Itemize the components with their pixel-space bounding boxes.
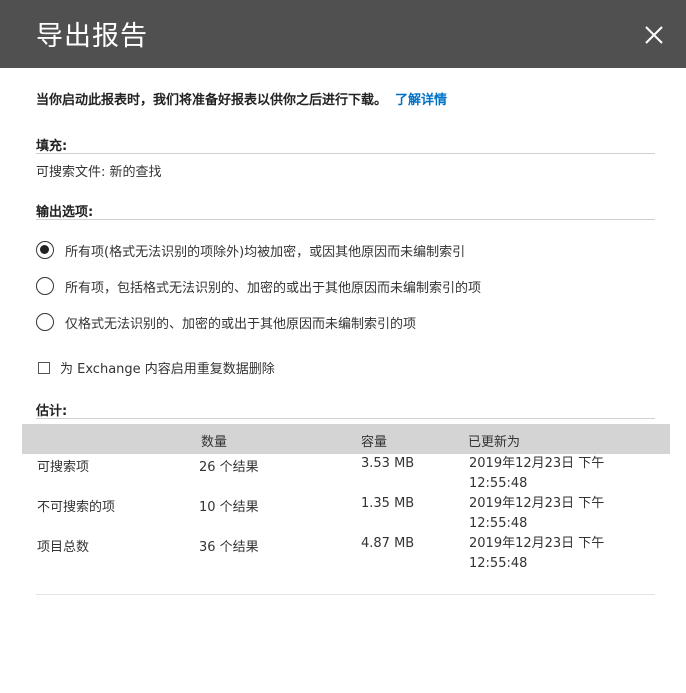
column-header-size: 容量 bbox=[361, 435, 388, 450]
fill-divider bbox=[36, 153, 655, 154]
output-options-heading: 输出选项: bbox=[36, 205, 94, 220]
dedupe-checkbox[interactable] bbox=[38, 361, 50, 374]
row-updated-time: 12:55:48 bbox=[469, 476, 528, 491]
radio-option-2[interactable]: 所有项，包括格式无法识别的、加密的或出于其他原因而未编制索引的项 bbox=[36, 275, 481, 297]
column-header-count: 数量 bbox=[201, 435, 228, 450]
radio-option-2-label: 所有项，包括格式无法识别的、加密的或出于其他原因而未编制索引的项 bbox=[65, 280, 482, 296]
row-size: 1.35 MB bbox=[361, 496, 415, 511]
radio-button[interactable] bbox=[36, 313, 54, 331]
row-name: 不可搜索的项 bbox=[37, 500, 116, 515]
row-updated: 2019年12月23日 下午 12:55:48 bbox=[469, 454, 619, 494]
radio-option-1[interactable]: 所有项(格式无法识别的项除外)均被加密，或因其他原因而未编制索引 bbox=[36, 239, 465, 261]
row-size: 3.53 MB bbox=[361, 456, 415, 471]
fill-heading: 填充: bbox=[36, 139, 68, 154]
row-count: 36 个结果 bbox=[199, 540, 259, 555]
row-updated-time: 12:55:48 bbox=[469, 516, 528, 531]
row-count: 26 个结果 bbox=[199, 460, 259, 475]
output-options-divider bbox=[36, 219, 655, 220]
radio-option-3-label: 仅格式无法识别的、加密的或出于其他原因而未编制索引的项 bbox=[65, 316, 417, 332]
dedupe-label: 为 Exchange 内容启用重复数据删除 bbox=[60, 362, 275, 377]
radio-option-1-label: 所有项(格式无法识别的项除外)均被加密，或因其他原因而未编制索引 bbox=[65, 244, 466, 260]
row-updated: 2019年12月23日 下午 12:55:48 bbox=[469, 494, 619, 534]
estimate-heading: 估计: bbox=[36, 404, 68, 419]
radio-button-checked[interactable] bbox=[36, 241, 54, 259]
row-size: 4.87 MB bbox=[361, 536, 415, 551]
intro-message: 当你启动此报表时，我们将准备好报表以供你之后进行下载。 bbox=[36, 93, 388, 108]
intro-text: 当你启动此报表时，我们将准备好报表以供你之后进行下载。 了解详情 bbox=[36, 89, 447, 108]
dedupe-option[interactable]: 为 Exchange 内容启用重复数据删除 bbox=[38, 358, 275, 377]
column-header-updated: 已更新为 bbox=[468, 435, 521, 450]
fill-value: 可搜索文件: 新的查找 bbox=[36, 165, 162, 180]
row-updated-date: 2019年12月23日 下午 bbox=[469, 536, 605, 551]
row-updated-time: 12:55:48 bbox=[469, 556, 528, 571]
estimate-divider bbox=[36, 418, 655, 419]
row-updated: 2019年12月23日 下午 12:55:48 bbox=[469, 534, 619, 574]
estimate-table-header: 数量 容量 已更新为 bbox=[22, 424, 670, 454]
learn-more-link[interactable]: 了解详情 bbox=[395, 93, 447, 108]
row-updated-date: 2019年12月23日 下午 bbox=[469, 496, 605, 511]
row-name: 可搜索项 bbox=[37, 460, 90, 475]
close-icon[interactable] bbox=[643, 24, 665, 46]
table-bottom-divider bbox=[36, 594, 655, 595]
row-count: 10 个结果 bbox=[199, 500, 259, 515]
row-updated-date: 2019年12月23日 下午 bbox=[469, 456, 605, 471]
radio-option-3[interactable]: 仅格式无法识别的、加密的或出于其他原因而未编制索引的项 bbox=[36, 311, 416, 333]
row-name: 项目总数 bbox=[37, 540, 90, 555]
radio-button[interactable] bbox=[36, 277, 54, 295]
dialog-title: 导出报告 bbox=[36, 21, 148, 52]
dialog-header: 导出报告 bbox=[0, 0, 686, 68]
